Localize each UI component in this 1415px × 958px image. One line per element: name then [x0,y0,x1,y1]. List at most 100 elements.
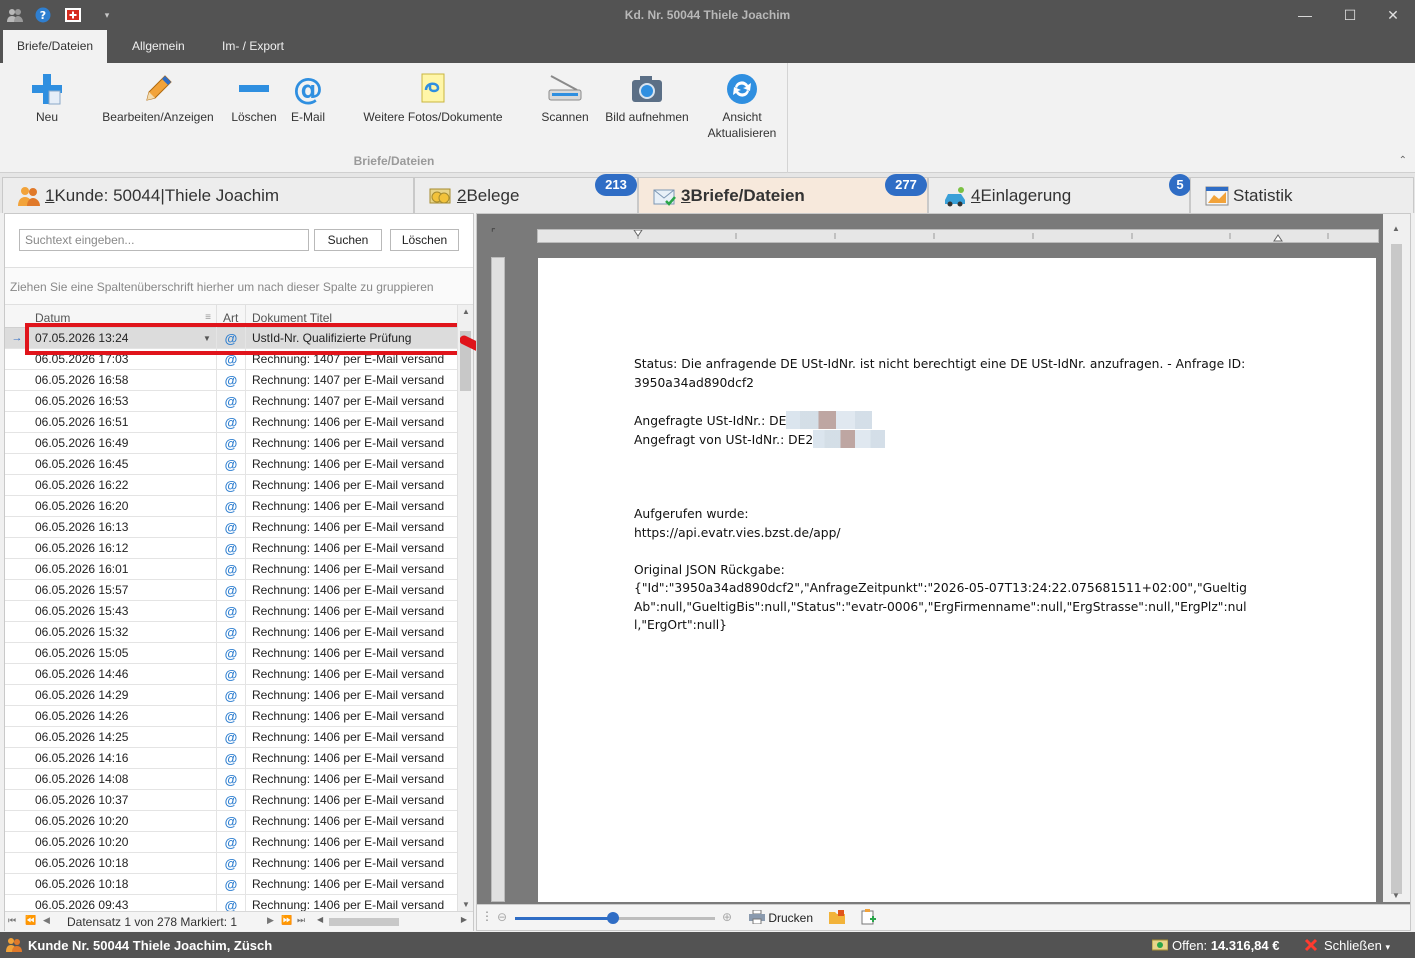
tab-belege[interactable]: 2 Belege 213 [414,174,638,213]
ribbon-tab-im-export[interactable]: Im- / Export [208,30,298,63]
json-label: Original JSON Rückgabe: [634,562,785,577]
minimize-button[interactable]: — [1290,4,1320,26]
edit-view-button[interactable]: Bearbeiten/Anzeigen [96,69,220,125]
clipboard-add-icon[interactable] [861,909,877,928]
table-row[interactable]: 06.05.2026 16:13 @ Rechnung: 1406 per E-Ma… [5,517,457,538]
column-header-dokument-titel[interactable]: Dokument Titel [246,305,457,328]
table-row[interactable]: 06.05.2026 15:57 @ Rechnung: 1406 per E-Ma… [5,580,457,601]
table-row[interactable]: 06.05.2026 16:51 @ Rechnung: 1406 per E-Ma… [5,412,457,433]
vertical-ruler[interactable] [491,257,505,902]
table-row[interactable]: 06.05.2026 16:49 @ Rechnung: 1406 per E-Ma… [5,433,457,454]
email-type-icon: @ [217,832,246,853]
scroll-up-icon[interactable]: ▲ [458,307,474,316]
preview-vertical-scrollbar[interactable]: ▲ ▼ [1383,214,1410,902]
prev-page-icon[interactable]: ⏪ [25,915,36,926]
document-list-panel: Suchen Löschen Ziehen Sie eine Spaltenüb… [4,213,474,931]
grid-horizontal-scrollbar[interactable]: ◀ ▶ [317,915,467,928]
next-page-icon[interactable]: ⏩ [281,915,292,926]
last-record-icon[interactable]: ⏭ [297,915,305,926]
scroll-thumb[interactable] [329,918,399,926]
column-header-art[interactable]: Art [217,305,246,328]
table-row[interactable]: 06.05.2026 14:25 @ Rechnung: 1406 per E-Ma… [5,727,457,748]
delete-button[interactable]: Löschen [228,69,280,125]
table-row[interactable]: → 07.05.2026 13:24 ▼ @ UstId-Nr. Qualifi… [5,328,457,349]
column-header-datum[interactable]: Datum ≡ [29,305,217,328]
attach-document-icon [352,69,514,109]
chevron-down-icon[interactable]: ▼ [203,328,211,349]
status-bar: Kunde Nr. 50044 Thiele Joachim, Züsch Of… [0,932,1415,958]
zoom-out-icon[interactable]: ⊖ [497,910,507,924]
scroll-down-icon[interactable]: ▼ [458,900,474,909]
take-picture-button[interactable]: Bild aufnehmen [600,69,694,125]
table-row[interactable]: 06.05.2026 14:29 @ Rechnung: 1406 per E-Ma… [5,685,457,706]
scroll-up-icon[interactable]: ▲ [1392,224,1400,233]
search-input[interactable] [19,229,309,251]
table-row[interactable]: 06.05.2026 14:26 @ Rechnung: 1406 per E-Ma… [5,706,457,727]
table-row[interactable]: 06.05.2026 15:05 @ Rechnung: 1406 per E-Ma… [5,643,457,664]
tab-einlagerung[interactable]: 4 Einlagerung 5 [928,174,1191,213]
table-row[interactable]: 06.05.2026 16:01 @ Rechnung: 1406 per E-Ma… [5,559,457,580]
email-type-icon: @ [217,496,246,517]
table-row[interactable]: 06.05.2026 16:12 @ Rechnung: 1406 per E-Ma… [5,538,457,559]
scroll-thumb[interactable] [1391,244,1402,894]
table-row[interactable]: 06.05.2026 16:20 @ Rechnung: 1406 per E-Ma… [5,496,457,517]
more-photos-documents-button[interactable]: Weitere Fotos/Dokumente [352,69,514,125]
tab-statistik[interactable]: Statistik [1190,177,1414,213]
group-by-hint[interactable]: Ziehen Sie eine Spaltenüberschrift hierh… [5,267,473,305]
close-button[interactable]: ✕ [1378,4,1408,26]
tab-briefe-dateien[interactable]: 3 Briefe/Dateien 277 [638,174,928,213]
tab-kunde[interactable]: 1 Kunde: 50044|Thiele Joachim [2,177,414,213]
table-row[interactable]: 06.05.2026 14:16 @ Rechnung: 1406 per E-Ma… [5,748,457,769]
table-row[interactable]: 06.05.2026 16:22 @ Rechnung: 1406 per E-Ma… [5,475,457,496]
ribbon-collapse-icon[interactable]: ⌃ [1399,155,1407,166]
horizontal-ruler[interactable] [537,229,1379,243]
table-row[interactable]: 06.05.2026 14:08 @ Rechnung: 1406 per E-Ma… [5,769,457,790]
table-row[interactable]: 06.05.2026 17:03 @ Rechnung: 1407 per E-Ma… [5,349,457,370]
open-balance: Offen: 14.316,84 € [1172,938,1280,953]
svg-text:@: @ [293,72,323,106]
ribbon-tab-allgemein[interactable]: Allgemein [118,30,199,63]
row-indicator-icon: → [11,332,23,344]
ribbon-tab-briefe-dateien[interactable]: Briefe/Dateien [3,30,108,63]
table-row[interactable]: 06.05.2026 15:43 @ Rechnung: 1406 per E-Ma… [5,601,457,622]
scroll-down-icon[interactable]: ▼ [1392,891,1400,900]
customer-icon [17,185,41,207]
table-row[interactable]: 06.05.2026 10:18 @ Rechnung: 1406 per E-Ma… [5,874,457,895]
print-button[interactable]: Drucken [749,909,813,925]
table-row[interactable]: 06.05.2026 10:20 @ Rechnung: 1406 per E-Ma… [5,832,457,853]
export-folder-icon[interactable] [829,910,845,927]
minus-icon [228,69,280,109]
table-row[interactable]: 06.05.2026 16:45 @ Rechnung: 1406 per E-Ma… [5,454,457,475]
close-dropdown-button[interactable]: Schließen ▾ [1324,938,1390,953]
table-row[interactable]: 06.05.2026 14:46 @ Rechnung: 1406 per E-Ma… [5,664,457,685]
refresh-view-button[interactable]: Ansicht Aktualisieren [700,69,784,141]
zoom-slider[interactable] [515,912,715,924]
ribbon-tab-bar: Briefe/Dateien Allgemein Im- / Export [0,30,1415,63]
table-row[interactable]: 06.05.2026 10:18 @ Rechnung: 1406 per E-Ma… [5,853,457,874]
maximize-button[interactable]: ☐ [1335,4,1365,26]
scroll-right-icon[interactable]: ▶ [461,915,467,924]
redacted-value [813,430,886,448]
search-button[interactable]: Suchen [314,229,382,251]
email-button[interactable]: @ E-Mail [286,69,330,125]
table-row[interactable]: 06.05.2026 10:37 @ Rechnung: 1406 per E-Ma… [5,790,457,811]
table-row[interactable]: 06.05.2026 16:58 @ Rechnung: 1407 per E-Ma… [5,370,457,391]
table-row[interactable]: 06.05.2026 16:53 @ Rechnung: 1407 per E-Ma… [5,391,457,412]
zoom-in-icon[interactable]: ⊕ [722,910,732,924]
grid-header: Datum ≡ Art Dokument Titel [5,305,457,328]
record-navigator: ⏮ ⏪ ◀ Datensatz 1 von 278 Markiert: 1 ▶ … [5,911,473,931]
zoom-slider-handle[interactable] [607,912,619,924]
next-record-icon[interactable]: ▶ [267,915,274,926]
email-type-icon: @ [217,706,246,727]
scan-button[interactable]: Scannen [536,69,594,125]
table-row[interactable]: 06.05.2026 09:43 @ Rechnung: 1406 per E-Ma… [5,895,457,911]
called-url: https://api.evatr.vies.bzst.de/app/ [634,525,841,540]
new-button[interactable]: Neu [22,69,72,125]
scroll-left-icon[interactable]: ◀ [317,915,323,924]
status-customer: Kunde Nr. 50044 Thiele Joachim, Züsch [28,938,273,953]
table-row[interactable]: 06.05.2026 10:20 @ Rechnung: 1406 per E-Ma… [5,811,457,832]
prev-record-icon[interactable]: ◀ [43,915,50,926]
first-record-icon[interactable]: ⏮ [8,915,16,926]
clear-search-button[interactable]: Löschen [390,229,459,251]
table-row[interactable]: 06.05.2026 15:32 @ Rechnung: 1406 per E-Ma… [5,622,457,643]
